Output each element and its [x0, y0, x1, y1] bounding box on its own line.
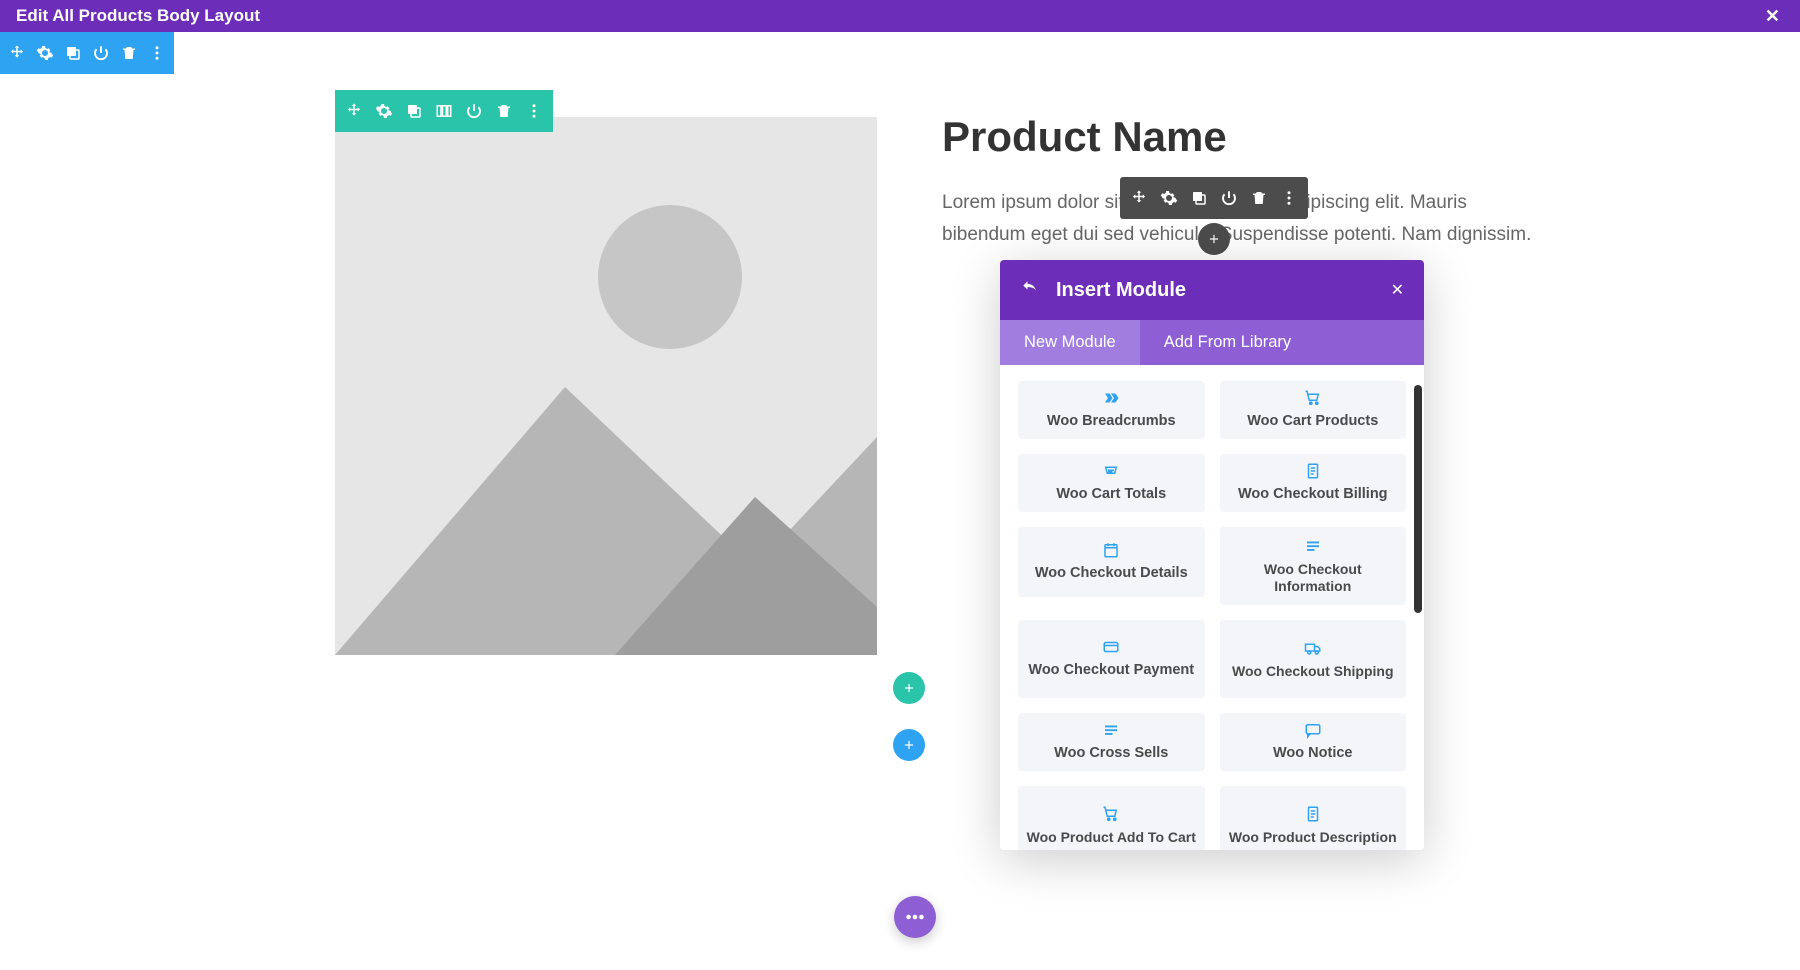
- more-icon[interactable]: [525, 102, 543, 120]
- module-card[interactable]: Woo Checkout Information: [1220, 527, 1407, 605]
- gear-icon[interactable]: [375, 102, 393, 120]
- move-icon[interactable]: [345, 102, 363, 120]
- tab-new-module[interactable]: New Module: [1000, 320, 1140, 365]
- move-icon[interactable]: [1130, 189, 1148, 207]
- add-section-button[interactable]: [893, 729, 925, 761]
- duplicate-icon[interactable]: [405, 102, 423, 120]
- gear-icon[interactable]: [1160, 189, 1178, 207]
- columns-icon[interactable]: [435, 102, 453, 120]
- module-card[interactable]: Woo Cart Products: [1220, 381, 1407, 439]
- module-label: Woo Notice: [1273, 745, 1352, 762]
- close-modal-button[interactable]: ✕: [1391, 280, 1404, 300]
- more-icon[interactable]: [148, 44, 166, 62]
- module-label: Woo Breadcrumbs: [1047, 413, 1176, 430]
- cart-icon: [1304, 389, 1322, 407]
- close-editor-button[interactable]: ✕: [1761, 6, 1784, 27]
- module-card[interactable]: Woo Cart Totals: [1018, 454, 1205, 512]
- lines-icon: [1304, 537, 1322, 555]
- breadcrumbs-icon: [1102, 389, 1120, 407]
- module-label: Woo Product Description: [1229, 829, 1397, 846]
- row-toolbar: [335, 90, 553, 132]
- add-row-button[interactable]: [893, 672, 925, 704]
- section-toolbar: [0, 32, 174, 74]
- module-card[interactable]: Woo Checkout Payment: [1018, 620, 1205, 698]
- module-card[interactable]: Woo Checkout Details: [1018, 527, 1205, 597]
- module-label: Woo Checkout Details: [1035, 565, 1188, 582]
- module-card[interactable]: Woo Checkout Billing: [1220, 454, 1407, 512]
- module-label: Woo Cart Totals: [1056, 486, 1166, 503]
- trash-icon[interactable]: [1250, 189, 1268, 207]
- module-card[interactable]: Woo Notice: [1220, 713, 1407, 771]
- more-icon[interactable]: [1280, 189, 1298, 207]
- page-title: Edit All Products Body Layout: [16, 6, 260, 26]
- document-icon: [1304, 462, 1322, 480]
- move-icon[interactable]: [8, 44, 26, 62]
- duplicate-icon[interactable]: [1190, 189, 1208, 207]
- tab-add-from-library[interactable]: Add From Library: [1140, 320, 1315, 365]
- document-icon: [1304, 805, 1322, 823]
- module-label: Woo Checkout Shipping: [1232, 663, 1394, 680]
- page-settings-fab[interactable]: [894, 896, 936, 938]
- credit-card-icon: [1102, 638, 1120, 656]
- scrollbar-thumb[interactable]: [1414, 385, 1422, 613]
- module-card[interactable]: Woo Product Description: [1220, 786, 1407, 850]
- power-icon[interactable]: [1220, 189, 1238, 207]
- trash-icon[interactable]: [495, 102, 513, 120]
- truck-icon: [1304, 639, 1322, 657]
- module-card[interactable]: Woo Checkout Shipping: [1220, 620, 1407, 698]
- add-module-button[interactable]: [1198, 223, 1230, 255]
- module-label: Woo Checkout Information: [1228, 561, 1399, 595]
- modal-title: Insert Module: [1056, 279, 1375, 302]
- gear-icon[interactable]: [36, 44, 54, 62]
- module-label: Woo Cart Products: [1247, 413, 1378, 430]
- cart-icon: [1102, 805, 1120, 823]
- calendar-icon: [1102, 541, 1120, 559]
- back-arrow-icon[interactable]: [1020, 278, 1040, 303]
- power-icon[interactable]: [92, 44, 110, 62]
- module-label: Woo Checkout Payment: [1028, 662, 1194, 679]
- module-label: Woo Cross Sells: [1054, 745, 1168, 762]
- module-label: Woo Product Add To Cart: [1027, 829, 1196, 846]
- insert-module-modal: Insert Module ✕ New Module Add From Libr…: [1000, 260, 1424, 850]
- module-grid[interactable]: Woo Breadcrumbs Woo Cart Products Woo Cart…: [1000, 365, 1424, 850]
- message-icon: [1304, 721, 1322, 739]
- cart-totals-icon: [1102, 462, 1120, 480]
- duplicate-icon[interactable]: [64, 44, 82, 62]
- product-name-heading: Product Name: [942, 113, 1532, 161]
- product-image-placeholder[interactable]: [335, 117, 877, 655]
- module-card[interactable]: Woo Product Add To Cart: [1018, 786, 1205, 850]
- module-toolbar: [1120, 177, 1308, 219]
- module-card[interactable]: Woo Cross Sells: [1018, 713, 1205, 771]
- lines-icon: [1102, 721, 1120, 739]
- trash-icon[interactable]: [120, 44, 138, 62]
- module-card[interactable]: Woo Breadcrumbs: [1018, 381, 1205, 439]
- module-label: Woo Checkout Billing: [1238, 486, 1388, 503]
- power-icon[interactable]: [465, 102, 483, 120]
